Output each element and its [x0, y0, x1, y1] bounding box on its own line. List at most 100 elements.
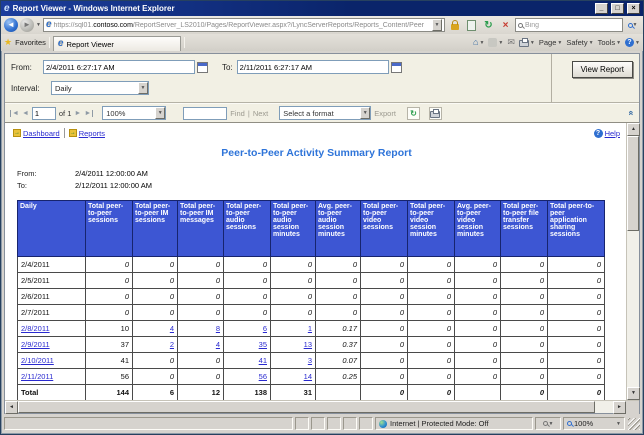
search-box[interactable]: [515, 18, 623, 32]
next-link[interactable]: Next: [253, 109, 268, 118]
help-menu[interactable]: ?▼: [625, 38, 640, 47]
find-link[interactable]: Find: [230, 109, 245, 118]
read-mail-button[interactable]: ✉: [507, 38, 515, 47]
value-link[interactable]: 8: [216, 324, 220, 333]
horizontal-scrollbar[interactable]: ◄ ►: [5, 400, 639, 413]
value-cell[interactable]: 13: [271, 337, 316, 353]
security-lock-button[interactable]: [447, 18, 462, 32]
minimize-button[interactable]: _: [595, 3, 608, 14]
value-link[interactable]: 13: [304, 340, 312, 349]
safety-menu[interactable]: Safety▼: [566, 38, 593, 47]
recent-pages-dropdown-icon[interactable]: ▼: [36, 22, 41, 28]
browser-zoom-control[interactable]: 100% ▼: [563, 417, 625, 430]
favorites-label[interactable]: Favorites: [15, 38, 46, 47]
next-page-button[interactable]: ►: [74, 110, 81, 117]
export-format-dropdown-icon[interactable]: ▼: [360, 107, 370, 119]
value-cell[interactable]: 3: [271, 353, 316, 369]
value-link[interactable]: 14: [304, 372, 312, 381]
maximize-button[interactable]: □: [611, 3, 624, 14]
vertical-scrollbar[interactable]: ▲ ▼: [626, 123, 639, 400]
view-report-button[interactable]: View Report: [572, 61, 633, 78]
date-link[interactable]: 2/8/2011: [21, 324, 50, 333]
vertical-scroll-track[interactable]: [627, 231, 639, 387]
scroll-left-icon[interactable]: ◄: [5, 401, 18, 414]
page-menu[interactable]: Page▼: [539, 38, 562, 47]
resize-grip[interactable]: [628, 418, 640, 430]
export-format-select[interactable]: Select a format ▼: [279, 106, 371, 120]
date-cell[interactable]: 2/8/2011: [18, 321, 86, 337]
date-cell[interactable]: 2/9/2011: [18, 337, 86, 353]
tools-menu[interactable]: Tools▼: [598, 38, 621, 47]
horizontal-scroll-thumb[interactable]: [18, 401, 595, 413]
report-help-link[interactable]: Help: [605, 129, 620, 138]
interval-dropdown-icon[interactable]: ▼: [138, 82, 148, 94]
last-page-button[interactable]: ►: [84, 110, 93, 117]
close-button[interactable]: ×: [627, 3, 640, 14]
to-calendar-icon[interactable]: [391, 62, 402, 73]
previous-page-button[interactable]: ◄: [22, 110, 29, 117]
smartscreen-panel[interactable]: ▼: [535, 417, 561, 430]
print-report-button[interactable]: [429, 107, 442, 120]
value-link[interactable]: 35: [259, 340, 267, 349]
value-link[interactable]: 56: [259, 372, 267, 381]
url-dropdown-button[interactable]: ▼: [432, 19, 442, 31]
stop-button[interactable]: ×: [498, 18, 513, 32]
value-link[interactable]: 1: [308, 324, 312, 333]
value-cell[interactable]: 35: [224, 337, 271, 353]
report-help[interactable]: ? Help: [594, 129, 620, 138]
favorites-star-icon[interactable]: ★: [4, 37, 12, 48]
date-cell[interactable]: 2/10/2011: [18, 353, 86, 369]
zoom-select[interactable]: 100% ▼: [102, 106, 166, 120]
value-link[interactable]: 3: [308, 356, 312, 365]
collapse-parameters-icon[interactable]: «: [626, 110, 636, 115]
url-field[interactable]: e https://sql01.contoso.com/ReportServer…: [43, 18, 445, 32]
value-link[interactable]: 4: [216, 340, 220, 349]
from-date-input[interactable]: [43, 60, 195, 74]
feeds-button[interactable]: ▼: [488, 38, 503, 47]
zoom-dropdown-icon[interactable]: ▼: [616, 421, 621, 427]
date-link[interactable]: 2/9/2011: [21, 340, 50, 349]
home-button[interactable]: ⌂▼: [473, 38, 484, 47]
back-button[interactable]: ◄: [4, 18, 18, 32]
print-dropdown-icon[interactable]: ▼: [530, 40, 535, 46]
zoom-dropdown-icon[interactable]: ▼: [155, 107, 165, 119]
value-cell[interactable]: 6: [224, 321, 271, 337]
value-link[interactable]: 2: [170, 340, 174, 349]
home-dropdown-icon[interactable]: ▼: [479, 40, 484, 46]
value-cell[interactable]: 56: [224, 369, 271, 385]
scroll-right-icon[interactable]: ►: [613, 401, 626, 414]
from-calendar-icon[interactable]: [197, 62, 208, 73]
compatibility-view-button[interactable]: [464, 18, 479, 32]
interval-select[interactable]: Daily ▼: [51, 81, 149, 95]
value-cell[interactable]: 8: [178, 321, 224, 337]
breadcrumb-link-reports[interactable]: Reports: [79, 129, 105, 138]
date-link[interactable]: 2/11/2011: [21, 372, 53, 381]
search-input[interactable]: [525, 22, 620, 29]
value-cell[interactable]: 2: [133, 337, 178, 353]
scroll-up-icon[interactable]: ▲: [627, 123, 640, 136]
date-cell[interactable]: 2/11/2011: [18, 369, 86, 385]
print-button[interactable]: ▼: [519, 38, 535, 47]
first-page-button[interactable]: ◄: [10, 110, 19, 117]
value-cell[interactable]: 1: [271, 321, 316, 337]
value-cell[interactable]: 4: [178, 337, 224, 353]
date-link[interactable]: 2/10/2011: [21, 356, 54, 365]
breadcrumb-link-dashboard[interactable]: Dashboard: [23, 129, 60, 138]
feeds-dropdown-icon[interactable]: ▼: [498, 40, 503, 46]
forward-button[interactable]: ►: [20, 18, 34, 32]
search-go-button[interactable]: ▼: [625, 18, 640, 32]
tab-report-viewer[interactable]: e Report Viewer: [53, 36, 181, 51]
vertical-scroll-thumb[interactable]: [627, 136, 639, 231]
export-link[interactable]: Export: [374, 109, 396, 118]
to-date-input[interactable]: [237, 60, 389, 74]
refresh-button[interactable]: ↻: [481, 18, 496, 32]
page-number-input[interactable]: [32, 107, 56, 120]
find-text-input[interactable]: [183, 107, 227, 120]
value-link[interactable]: 41: [259, 356, 267, 365]
value-cell[interactable]: 4: [133, 321, 178, 337]
value-link[interactable]: 4: [170, 324, 174, 333]
value-link[interactable]: 6: [263, 324, 267, 333]
value-cell[interactable]: 14: [271, 369, 316, 385]
value-cell[interactable]: 41: [224, 353, 271, 369]
scroll-down-icon[interactable]: ▼: [627, 387, 640, 400]
